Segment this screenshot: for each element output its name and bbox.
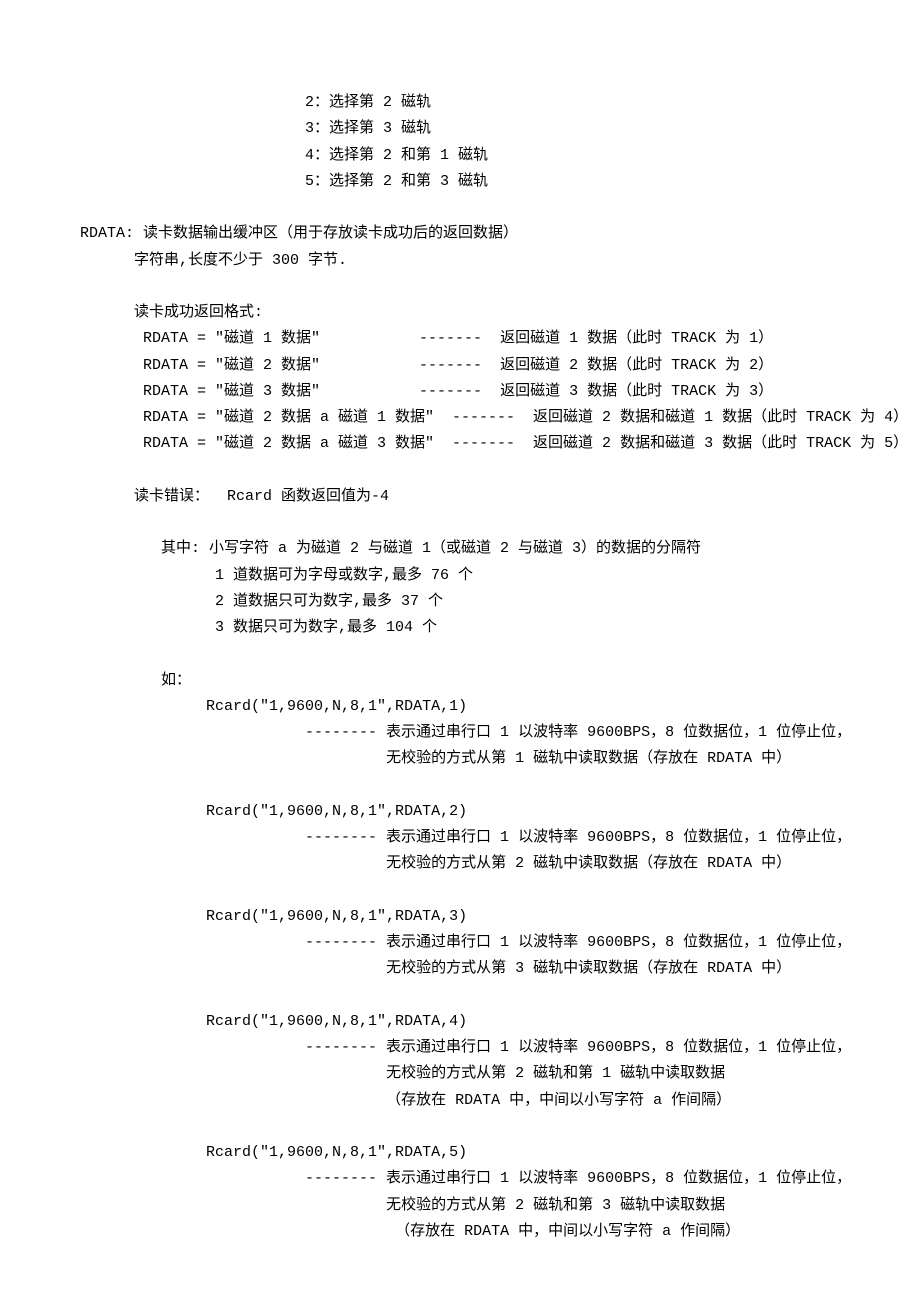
rdata-desc-2: 字符串,长度不少于 300 字节. (80, 248, 870, 274)
text: 如： (161, 672, 191, 689)
example-1-desc-1: -------- 表示通过串行口 1 以波特率 9600BPS，8 位数据位，1… (80, 720, 870, 746)
text: 1 道数据可为字母或数字,最多 76 个 (215, 567, 473, 584)
text: 3 数据只可为数字,最多 104 个 (215, 619, 437, 636)
example-1-call: Rcard("1,9600,N,8,1",RDATA,1) (80, 694, 870, 720)
text: RDATA = "磁道 2 数据" ------- 返回磁道 2 数据（此时 T… (143, 357, 773, 374)
text: 其中: 小写字符 a 为磁道 2 与磁道 1（或磁道 2 与磁道 3）的数据的分… (161, 540, 701, 557)
note-4: 3 数据只可为数字,最多 104 个 (80, 615, 870, 641)
text: Rcard("1,9600,N,8,1",RDATA,2) (206, 803, 467, 820)
success-fmt-5: RDATA = "磁道 2 数据 a 磁道 3 数据" ------- 返回磁道… (80, 431, 870, 457)
blank (80, 510, 870, 536)
track-option-3: 3：选择第 3 磁轨 (80, 116, 870, 142)
text: 无校验的方式从第 1 磁轨中读取数据（存放在 RDATA 中） (386, 750, 791, 767)
example-4-call: Rcard("1,9600,N,8,1",RDATA,4) (80, 1009, 870, 1035)
text: -------- 表示通过串行口 1 以波特率 9600BPS，8 位数据位，1… (305, 1170, 851, 1187)
text: RDATA: 读卡数据输出缓冲区（用于存放读卡成功后的返回数据） (80, 225, 518, 242)
example-3-desc-1: -------- 表示通过串行口 1 以波特率 9600BPS，8 位数据位，1… (80, 930, 870, 956)
blank (80, 641, 870, 667)
track-option-2: 2：选择第 2 磁轨 (80, 90, 870, 116)
example-4-desc-1: -------- 表示通过串行口 1 以波特率 9600BPS，8 位数据位，1… (80, 1035, 870, 1061)
example-3-call: Rcard("1,9600,N,8,1",RDATA,3) (80, 904, 870, 930)
text: 5：选择第 2 和第 3 磁轨 (305, 173, 488, 190)
text: RDATA = "磁道 2 数据 a 磁道 1 数据" ------- 返回磁道… (143, 409, 908, 426)
track-option-5: 5：选择第 2 和第 3 磁轨 (80, 169, 870, 195)
document-page: 2：选择第 2 磁轨 3：选择第 3 磁轨 4：选择第 2 和第 1 磁轨 5：… (0, 0, 920, 1305)
text: 2：选择第 2 磁轨 (305, 94, 431, 111)
example-5-call: Rcard("1,9600,N,8,1",RDATA,5) (80, 1140, 870, 1166)
success-header: 读卡成功返回格式: (80, 300, 870, 326)
example-5-desc-1: -------- 表示通过串行口 1 以波特率 9600BPS，8 位数据位，1… (80, 1166, 870, 1192)
success-fmt-2: RDATA = "磁道 2 数据" ------- 返回磁道 2 数据（此时 T… (80, 353, 870, 379)
example-2-desc-2: 无校验的方式从第 2 磁轨中读取数据（存放在 RDATA 中） (80, 851, 870, 877)
text: Rcard("1,9600,N,8,1",RDATA,3) (206, 908, 467, 925)
text: 无校验的方式从第 2 磁轨和第 3 磁轨中读取数据 (386, 1197, 725, 1214)
error-line: 读卡错误： Rcard 函数返回值为-4 (80, 484, 870, 510)
track-option-4: 4：选择第 2 和第 1 磁轨 (80, 143, 870, 169)
text: -------- 表示通过串行口 1 以波特率 9600BPS，8 位数据位，1… (305, 829, 851, 846)
example-4-desc-2: 无校验的方式从第 2 磁轨和第 1 磁轨中读取数据 (80, 1061, 870, 1087)
text: RDATA = "磁道 3 数据" ------- 返回磁道 3 数据（此时 T… (143, 383, 773, 400)
blank (80, 274, 870, 300)
text: 无校验的方式从第 3 磁轨中读取数据（存放在 RDATA 中） (386, 960, 791, 977)
note-2: 1 道数据可为字母或数字,最多 76 个 (80, 563, 870, 589)
text: （存放在 RDATA 中，中间以小写字符 a 作间隔） (395, 1223, 740, 1240)
text: 读卡成功返回格式: (134, 304, 263, 321)
example-3-desc-2: 无校验的方式从第 3 磁轨中读取数据（存放在 RDATA 中） (80, 956, 870, 982)
text: 无校验的方式从第 2 磁轨和第 1 磁轨中读取数据 (386, 1065, 725, 1082)
text: 无校验的方式从第 2 磁轨中读取数据（存放在 RDATA 中） (386, 855, 791, 872)
note-3: 2 道数据只可为数字,最多 37 个 (80, 589, 870, 615)
text: -------- 表示通过串行口 1 以波特率 9600BPS，8 位数据位，1… (305, 934, 851, 951)
success-fmt-4: RDATA = "磁道 2 数据 a 磁道 1 数据" ------- 返回磁道… (80, 405, 870, 431)
example-2-call: Rcard("1,9600,N,8,1",RDATA,2) (80, 799, 870, 825)
success-fmt-3: RDATA = "磁道 3 数据" ------- 返回磁道 3 数据（此时 T… (80, 379, 870, 405)
text: 2 道数据只可为数字,最多 37 个 (215, 593, 443, 610)
blank (80, 195, 870, 221)
text: -------- 表示通过串行口 1 以波特率 9600BPS，8 位数据位，1… (305, 1039, 851, 1056)
text: Rcard("1,9600,N,8,1",RDATA,1) (206, 698, 467, 715)
success-fmt-1: RDATA = "磁道 1 数据" ------- 返回磁道 1 数据（此时 T… (80, 326, 870, 352)
text: 字符串,长度不少于 300 字节. (134, 252, 347, 269)
text: （存放在 RDATA 中，中间以小写字符 a 作间隔） (386, 1092, 731, 1109)
text: -------- 表示通过串行口 1 以波特率 9600BPS，8 位数据位，1… (305, 724, 851, 741)
text: 3：选择第 3 磁轨 (305, 120, 431, 137)
blank (80, 458, 870, 484)
text: Rcard("1,9600,N,8,1",RDATA,5) (206, 1144, 467, 1161)
blank (80, 1114, 870, 1140)
blank (80, 773, 870, 799)
example-4-desc-3: （存放在 RDATA 中，中间以小写字符 a 作间隔） (80, 1088, 870, 1114)
text: Rcard("1,9600,N,8,1",RDATA,4) (206, 1013, 467, 1030)
blank (80, 878, 870, 904)
rdata-desc-1: RDATA: 读卡数据输出缓冲区（用于存放读卡成功后的返回数据） (80, 221, 870, 247)
note-1: 其中: 小写字符 a 为磁道 2 与磁道 1（或磁道 2 与磁道 3）的数据的分… (80, 536, 870, 562)
example-2-desc-1: -------- 表示通过串行口 1 以波特率 9600BPS，8 位数据位，1… (80, 825, 870, 851)
text: 读卡错误： Rcard 函数返回值为-4 (134, 488, 389, 505)
example-1-desc-2: 无校验的方式从第 1 磁轨中读取数据（存放在 RDATA 中） (80, 746, 870, 772)
examples-header: 如： (80, 668, 870, 694)
text: RDATA = "磁道 2 数据 a 磁道 3 数据" ------- 返回磁道… (143, 435, 908, 452)
text: 4：选择第 2 和第 1 磁轨 (305, 147, 488, 164)
blank (80, 983, 870, 1009)
example-5-desc-2: 无校验的方式从第 2 磁轨和第 3 磁轨中读取数据 (80, 1193, 870, 1219)
example-5-desc-3: （存放在 RDATA 中，中间以小写字符 a 作间隔） (80, 1219, 870, 1245)
text: RDATA = "磁道 1 数据" ------- 返回磁道 1 数据（此时 T… (143, 330, 773, 347)
